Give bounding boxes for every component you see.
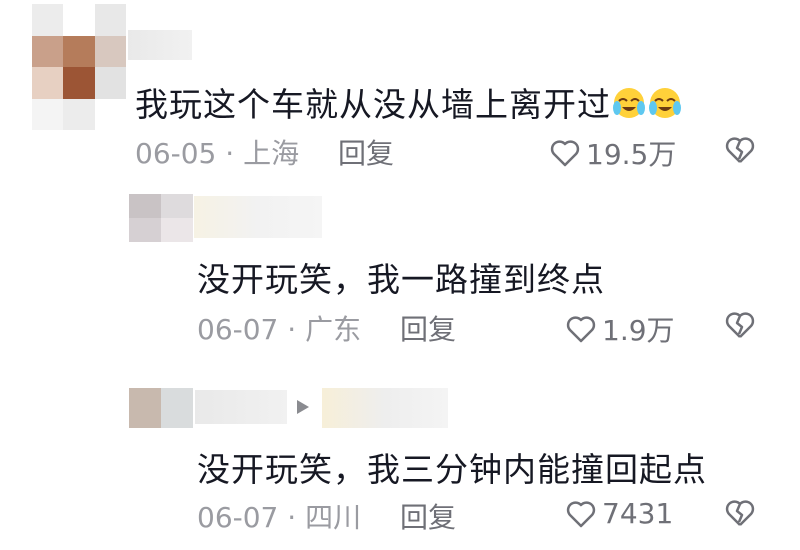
reply-button[interactable]: 回复 <box>400 496 456 536</box>
dislike-button[interactable] <box>724 310 756 344</box>
heart-outline-icon <box>566 500 596 527</box>
username-blurred[interactable] <box>195 390 287 424</box>
broken-heart-icon <box>725 312 755 338</box>
reply-button[interactable]: 回复 <box>338 132 394 172</box>
like-count: 1.9万 <box>602 314 675 347</box>
broken-heart-icon <box>725 137 755 163</box>
reply-button[interactable]: 回复 <box>400 308 456 348</box>
like-count: 19.5万 <box>586 138 677 171</box>
heart-outline-icon <box>550 140 580 167</box>
heart-outline-icon <box>566 316 596 343</box>
play-triangle-icon <box>297 400 309 414</box>
comment-text: 没开玩笑，我三分钟内能撞回起点 <box>197 450 707 489</box>
dislike-button[interactable] <box>724 498 756 532</box>
crying-laugh-emoji <box>611 85 683 124</box>
like-count: 7431 <box>602 497 674 530</box>
avatar[interactable] <box>129 388 193 428</box>
comment-meta: 06-07 · 广东 <box>197 313 362 346</box>
comment-meta: 06-07 · 四川 <box>197 501 362 534</box>
like-button[interactable]: 1.9万 <box>566 309 675 349</box>
comment-meta: 06-05 · 上海 <box>135 137 300 170</box>
username-blurred[interactable] <box>194 196 322 238</box>
like-button[interactable]: 19.5万 <box>550 133 676 173</box>
like-button[interactable]: 7431 <box>566 497 673 530</box>
broken-heart-icon <box>725 500 755 526</box>
reply-to-username-blurred[interactable] <box>322 388 448 428</box>
comment-text: 我玩这个车就从没从墙上离开过 <box>135 78 683 126</box>
comment-text: 没开玩笑，我一路撞到终点 <box>197 260 605 299</box>
avatar[interactable] <box>129 194 193 242</box>
dislike-button[interactable] <box>724 135 756 169</box>
avatar[interactable] <box>32 4 126 130</box>
username-blurred[interactable] <box>128 30 192 60</box>
